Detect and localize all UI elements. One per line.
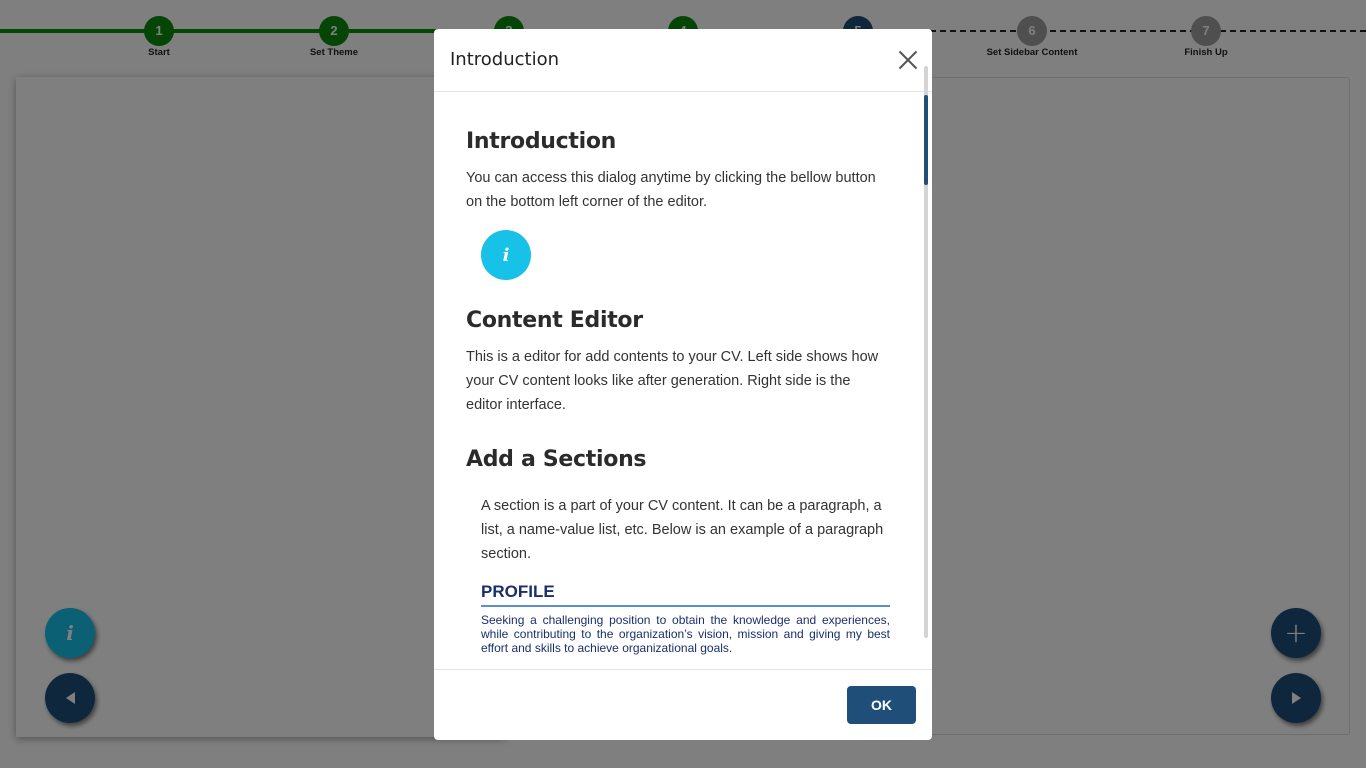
content-editor-heading: Content Editor (466, 308, 643, 333)
example-section-text: Seeking a challenging position to obtain… (481, 613, 890, 655)
content-editor-text: This is a editor for add contents to you… (466, 349, 879, 413)
add-section-heading: Add a Sections (466, 447, 647, 472)
add-section-text: A section is a part of your CV content. … (481, 498, 884, 562)
ok-button[interactable]: OK (847, 686, 916, 724)
dialog-scrollbar-thumb[interactable] (924, 95, 928, 185)
dialog-title: Introduction (450, 49, 560, 70)
close-icon[interactable] (898, 50, 918, 70)
dialog-body[interactable]: Introduction You can access this dialog … (434, 93, 932, 669)
introduction-dialog: Introduction Introduction You can access… (434, 29, 932, 740)
info-icon-demo: i (481, 230, 531, 280)
introduction-heading: Introduction (466, 129, 617, 154)
info-icon: i (502, 244, 510, 266)
example-section-title: PROFILE (481, 582, 890, 607)
introduction-text: You can access this dialog anytime by cl… (466, 170, 876, 210)
dialog-header: Introduction (434, 29, 932, 92)
dialog-footer: OK (434, 669, 932, 740)
